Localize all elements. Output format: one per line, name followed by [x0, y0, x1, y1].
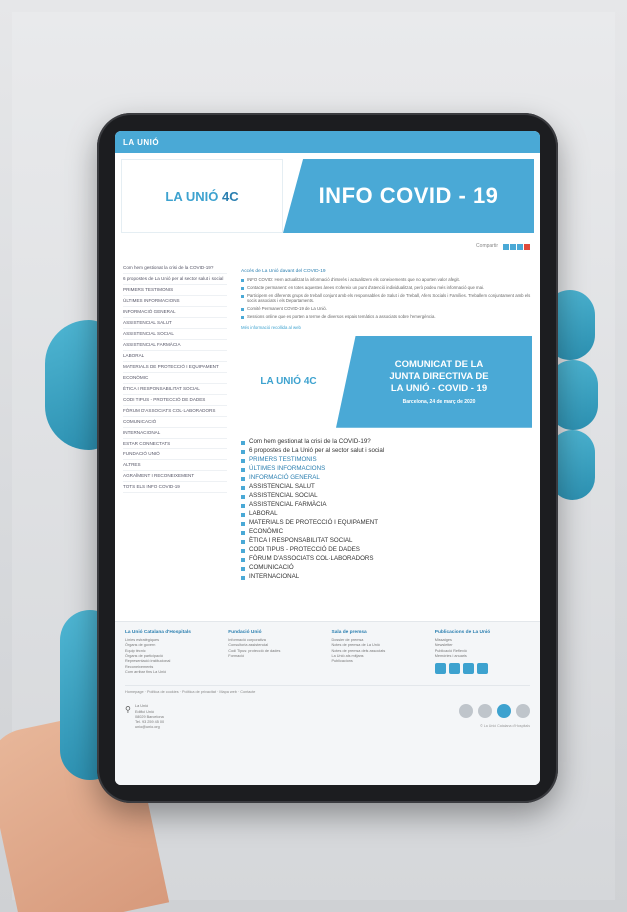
- footer-col-title: Sala de premsa: [331, 630, 367, 635]
- share-label: Compartir: [476, 243, 498, 249]
- footer-col-unio: La Unió Catalana d'Hospitals Línies estr…: [125, 630, 220, 675]
- site-logo[interactable]: LA UNIÓ: [123, 138, 159, 147]
- sidebar-item[interactable]: ASSISTENCIAL SOCIAL: [123, 329, 227, 340]
- tablet: LA UNIÓ LA UNIÓ 4C INFO COVID - 19 Compa…: [97, 113, 558, 803]
- list-item[interactable]: ASSISTENCIAL SOCIAL: [241, 492, 532, 501]
- topic-list: Com hem gestionat la crisi de la COVID-1…: [241, 438, 532, 582]
- communique-date: Barcelona, 24 de març de 2020: [402, 398, 476, 405]
- sidebar-item[interactable]: ECONÒMIC: [123, 373, 227, 384]
- sidebar-item[interactable]: INTERNACIONAL: [123, 428, 227, 439]
- list-item[interactable]: COMUNICACIÓ: [241, 564, 532, 573]
- list-item[interactable]: ASSISTENCIAL SALUT: [241, 483, 532, 492]
- address: ⚲ La Unió Edifici Unió 08029 Barcelona T…: [125, 704, 165, 730]
- list-item[interactable]: ÈTICA I RESPONSABILITAT SOCIAL: [241, 537, 532, 546]
- hero-banner: LA UNIÓ 4C INFO COVID - 19: [121, 159, 534, 233]
- communique-line-2: JUNTA DIRECTIVA DE: [389, 370, 489, 382]
- vimeo-icon[interactable]: [476, 663, 488, 675]
- sidebar-item[interactable]: CODI TIPUS - PROTECCIÓ DE DADES: [123, 395, 227, 406]
- hero-title: INFO COVID - 19: [283, 159, 534, 233]
- list-item[interactable]: ASSISTENCIAL FARMÀCIA: [241, 501, 532, 510]
- footer-link[interactable]: Com arribar fins La Unió: [125, 670, 220, 675]
- share-bar: Compartir: [115, 233, 540, 259]
- hero-logo-box: LA UNIÓ 4C: [121, 159, 283, 233]
- list-item[interactable]: PRIMERS TESTIMONIS: [241, 456, 532, 465]
- footer-col-title: Publicacions de La Unió: [434, 630, 491, 635]
- communique-banner[interactable]: LA UNIÓ 4C COMUNICAT DE LA JUNTA DIRECTI…: [241, 335, 532, 428]
- footer-link[interactable]: Formació: [228, 654, 323, 659]
- intro-bullet: Comitè Permanent COVID-19 de La Unió.: [241, 306, 532, 312]
- badge-icon: [516, 704, 530, 719]
- sidebar-item[interactable]: AGRAÏMENT I RECONEIXEMENT: [123, 471, 227, 483]
- footer-bottom: ⚲ La Unió Edifici Unió 08029 Barcelona T…: [125, 704, 530, 731]
- sidebar-item[interactable]: FÒRUM D'ASSOCIATS COL·LABORADORS: [123, 406, 227, 417]
- footer-col-fundacio: Fundació Unió Informació corporativa Con…: [228, 630, 323, 675]
- social-icons: [434, 663, 530, 675]
- sidebar-item[interactable]: INFORMACIÓ GENERAL: [123, 307, 227, 318]
- list-item[interactable]: ECONÒMIC: [241, 528, 532, 537]
- communique-logo: LA UNIÓ 4C: [241, 335, 336, 428]
- sidebar-item[interactable]: 6 propostes de La Unió per al sector sal…: [123, 274, 227, 285]
- twitter-icon[interactable]: [434, 663, 446, 675]
- badge-icon: [497, 704, 511, 719]
- footer-columns: La Unió Catalana d'Hospitals Línies estr…: [125, 630, 530, 675]
- tablet-screen: LA UNIÓ LA UNIÓ 4C INFO COVID - 19 Compa…: [115, 131, 540, 785]
- list-item[interactable]: Com hem gestionat la crisi de la COVID-1…: [241, 438, 532, 447]
- sidebar-item[interactable]: FUNDACIÓ UNIÓ: [123, 449, 227, 461]
- certification-badges: [459, 704, 530, 719]
- list-item[interactable]: LABORAL: [241, 510, 532, 519]
- list-item[interactable]: ÚLTIMES INFORMACIONS: [241, 465, 532, 474]
- footer-col-premsa: Sala de premsa Dossier de premsa Notes d…: [332, 630, 427, 675]
- copyright: © La Unió Catalana d'Hospitals: [480, 724, 530, 729]
- footer-right: © La Unió Catalana d'Hospitals: [459, 704, 530, 731]
- intro-bullet: Participem en diferents grups de treball…: [241, 293, 532, 305]
- list-item[interactable]: 6 propostes de La Unió per al sector sal…: [241, 447, 532, 456]
- intro-title: Accés de La Unió davant del COVID-19: [241, 269, 326, 274]
- footer-links[interactable]: Homepage · Política de cookies · Polític…: [125, 685, 530, 694]
- sidebar-item[interactable]: MATERIALS DE PROTECCIÓ I EQUIPAMENT: [123, 362, 227, 373]
- sidebar-item[interactable]: LABORAL: [123, 351, 227, 362]
- main-content: Accés de La Unió davant del COVID-19 INF…: [233, 263, 532, 582]
- communique-text: COMUNICAT DE LA JUNTA DIRECTIVA DE LA UN…: [336, 335, 532, 428]
- sidebar-item[interactable]: ÚLTIMES INFORMACIONS: [123, 296, 227, 307]
- footer-col-title: Fundació Unió: [228, 630, 262, 635]
- badge-icon: [459, 704, 473, 719]
- site-header: LA UNIÓ: [115, 131, 540, 153]
- sidebar-item[interactable]: ASSISTENCIAL SALUT: [123, 318, 227, 329]
- intro-bullet: Sessions online que es porten a terme de…: [241, 314, 532, 320]
- badge-icon: [478, 704, 492, 719]
- list-item[interactable]: FÒRUM D'ASSOCIATS COL·LABORADORS: [241, 555, 532, 564]
- linkedin-icon[interactable]: [448, 663, 460, 675]
- sidebar: Com hem gestionat la crisi de la COVID-1…: [123, 263, 233, 582]
- footer-link[interactable]: Memòries i anuaris: [435, 654, 530, 659]
- list-item[interactable]: INTERNACIONAL: [241, 573, 532, 582]
- site-footer: La Unió Catalana d'Hospitals Línies estr…: [115, 621, 540, 785]
- sidebar-item[interactable]: COMUNICACIÓ: [123, 417, 227, 428]
- sidebar-item[interactable]: Com hem gestionat la crisi de la COVID-1…: [123, 263, 227, 274]
- footer-link[interactable]: Publicacions: [332, 659, 427, 664]
- more-link[interactable]: Més informació recollida al web: [241, 325, 532, 330]
- sidebar-item[interactable]: TOTS ELS INFO COVID-19: [123, 482, 227, 494]
- intro-bullet: Contacte permanent: en totes aquestes àr…: [241, 285, 532, 291]
- sidebar-item[interactable]: PRIMERS TESTIMONIS: [123, 285, 227, 296]
- sidebar-item[interactable]: ÈTICA I RESPONSABILITAT SOCIAL: [123, 384, 227, 395]
- location-pin-icon: ⚲: [125, 705, 131, 715]
- sidebar-item[interactable]: ESTAR CONNECTATS: [123, 439, 227, 450]
- intro-bullet: INFO COVID: Hem actualitzat la informaci…: [241, 277, 532, 283]
- footer-col-title: La Unió Catalana d'Hospitals: [125, 630, 191, 635]
- sidebar-item[interactable]: ASSISTENCIAL FARMÀCIA: [123, 340, 227, 351]
- page-body: Com hem gestionat la crisi de la COVID-1…: [115, 259, 540, 586]
- share-icons[interactable]: [502, 237, 530, 255]
- youtube-icon[interactable]: [462, 663, 474, 675]
- sidebar-item[interactable]: ALTRES: [123, 460, 227, 472]
- list-item[interactable]: CODI TIPUS - PROTECCIÓ DE DADES: [241, 546, 532, 555]
- footer-col-publicacions: Publicacions de La Unió Missatges Newsle…: [434, 630, 530, 675]
- list-item[interactable]: MATERIALS DE PROTECCIÓ I EQUIPAMENT: [241, 519, 532, 528]
- communique-line-3: LA UNIÓ - COVID - 19: [390, 382, 488, 394]
- hero-logo: LA UNIÓ 4C: [165, 188, 239, 204]
- list-item[interactable]: INFORMACIÓ GENERAL: [241, 474, 532, 483]
- communique-line-1: COMUNICAT DE LA: [394, 358, 484, 370]
